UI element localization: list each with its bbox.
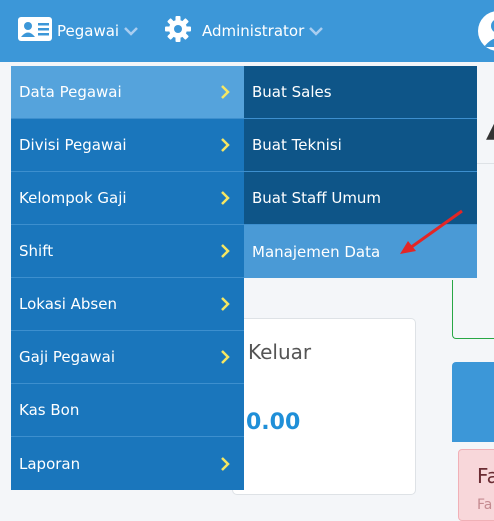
nav-pegawai-label: Pegawai	[57, 22, 120, 40]
menu-item-divisi-pegawai[interactable]: Divisi Pegawai	[11, 119, 244, 172]
gear-icon	[164, 15, 192, 47]
stats-card-title: Keluar	[248, 340, 312, 364]
submenu-item-buat-teknisi[interactable]: Buat Teknisi	[244, 119, 477, 172]
menu-item-kelompok-gaji[interactable]: Kelompok Gaji	[11, 172, 244, 225]
chevron-right-icon	[220, 84, 230, 100]
submenu-item-label: Buat Teknisi	[252, 136, 342, 154]
submenu-item-label: Buat Staff Umum	[252, 189, 382, 207]
menu-item-label: Data Pegawai	[19, 83, 122, 101]
alert-title-fragment: Fa	[477, 464, 494, 488]
menu-item-laporan[interactable]: Laporan	[11, 437, 244, 490]
chevron-down-icon	[308, 26, 324, 36]
chevron-right-icon	[220, 456, 230, 472]
menu-item-kas-bon[interactable]: Kas Bon	[11, 384, 244, 437]
submenu-item-label: Manajemen Data	[252, 242, 381, 261]
chevron-right-icon	[220, 137, 230, 153]
menu-item-data-pegawai[interactable]: Data Pegawai	[11, 66, 244, 119]
submenu-item-label: Buat Sales	[252, 83, 332, 101]
red-arrow-icon	[398, 208, 468, 260]
chevron-right-icon	[220, 349, 230, 365]
menu-item-label: Kelompok Gaji	[19, 189, 127, 207]
background-blue-panel	[452, 362, 494, 442]
menu-item-label: Kas Bon	[19, 401, 80, 419]
menu-item-label: Lokasi Absen	[19, 295, 117, 313]
menu-item-shift[interactable]: Shift	[11, 225, 244, 278]
menu-item-label: Shift	[19, 242, 54, 260]
nav-administrator[interactable]: Administrator	[164, 0, 324, 62]
id-card-icon	[17, 16, 53, 46]
stats-card-value: 0.00	[246, 410, 301, 435]
menu-item-label: Gaji Pegawai	[19, 348, 115, 366]
chevron-right-icon	[220, 190, 230, 206]
submenu-item-buat-sales[interactable]: Buat Sales	[244, 66, 477, 119]
background-icon-fragment: ▲	[486, 118, 494, 143]
menu-item-gaji-pegawai[interactable]: Gaji Pegawai	[11, 331, 244, 384]
menu-item-label: Divisi Pegawai	[19, 136, 127, 154]
chevron-down-icon	[123, 26, 139, 36]
menu-item-label: Laporan	[19, 454, 81, 473]
top-navbar: Pegawai Administrator	[0, 0, 494, 62]
nav-administrator-label: Administrator	[202, 22, 305, 40]
nav-pegawai[interactable]: Pegawai	[17, 0, 139, 62]
background-green-box	[452, 280, 494, 339]
pegawai-dropdown-menu: Data Pegawai Divisi Pegawai Kelompok Gaj…	[11, 66, 244, 490]
menu-item-lokasi-absen[interactable]: Lokasi Absen	[11, 278, 244, 331]
user-avatar-icon[interactable]	[478, 11, 494, 51]
alert-subtitle-fragment: Fa	[477, 497, 493, 513]
chevron-right-icon	[220, 296, 230, 312]
chevron-right-icon	[220, 243, 230, 259]
